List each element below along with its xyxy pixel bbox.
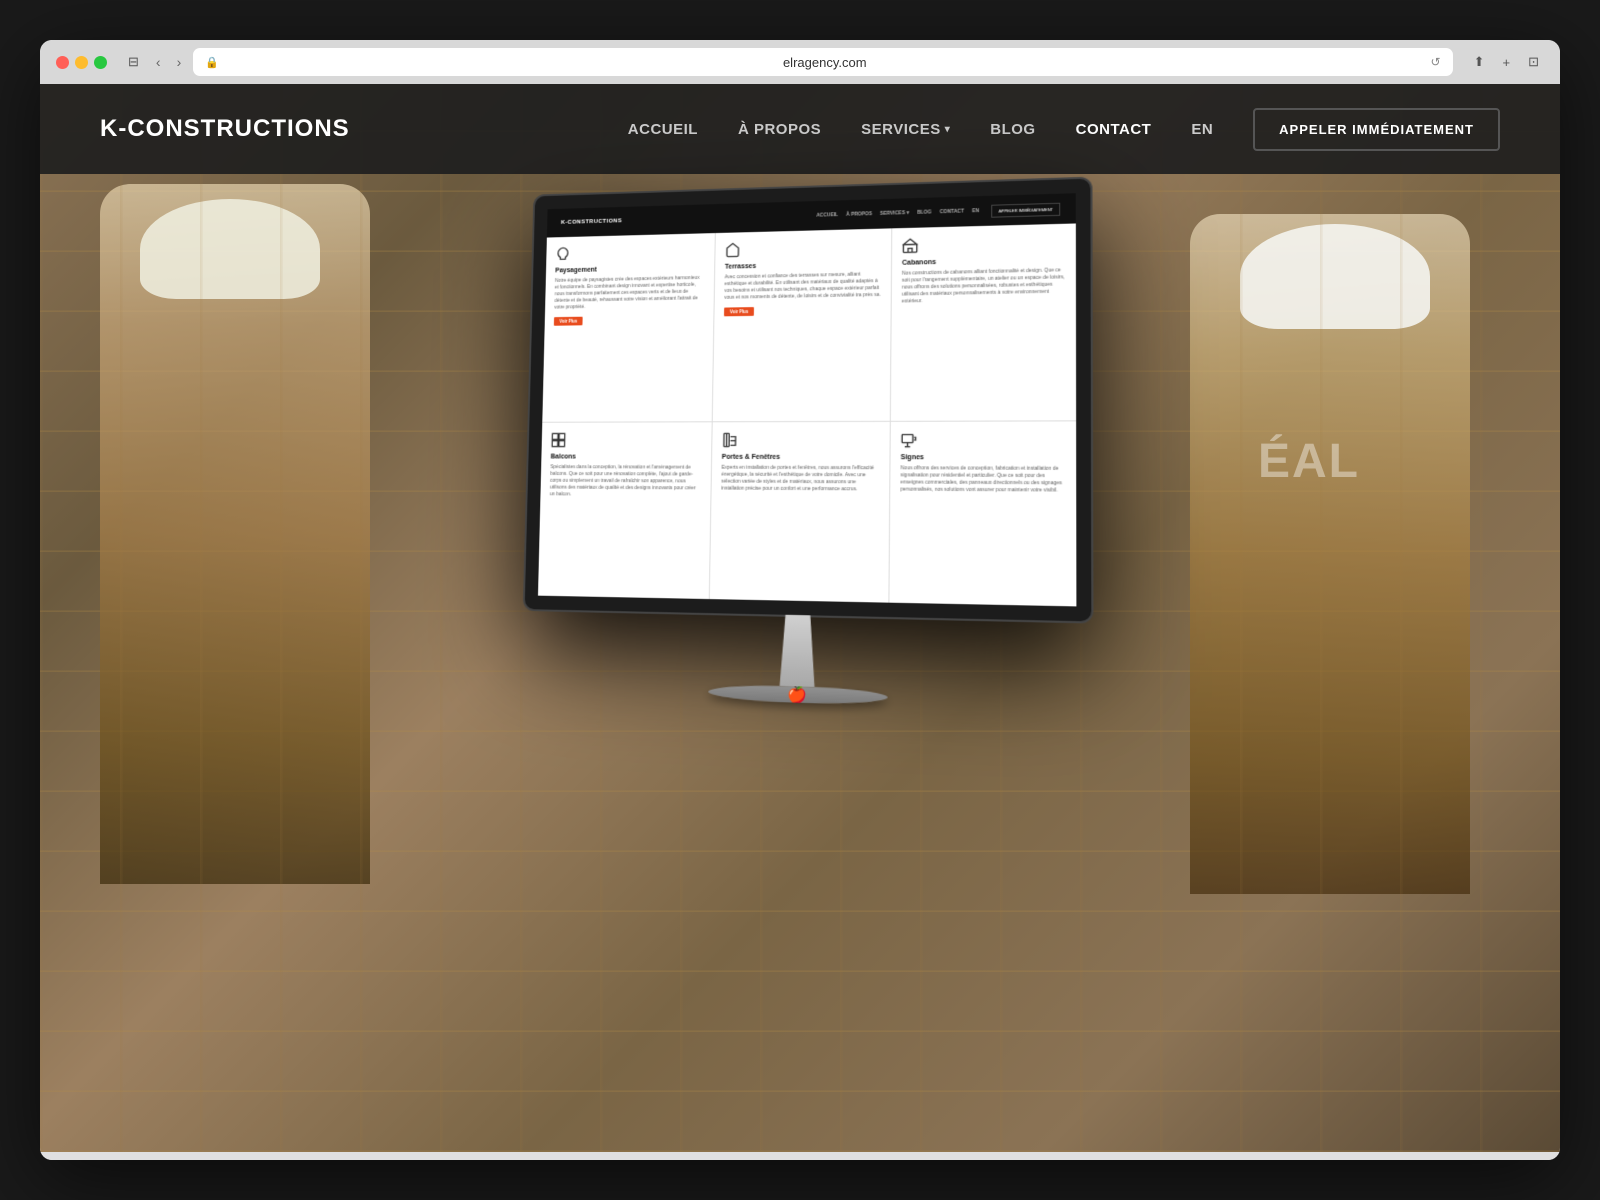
- signes-icon: [901, 432, 917, 448]
- url-input[interactable]: elragency.com: [225, 55, 1425, 70]
- service-text-portes-fenetres: Experts en installation de portes et fen…: [721, 465, 879, 494]
- service-text-cabanons: Nos constructions de cabanons alliant fo…: [902, 267, 1066, 305]
- service-card-balcons: Balcons Spécialistes dans la conception,…: [538, 422, 712, 599]
- nav-contact[interactable]: CONTACT: [1076, 121, 1152, 138]
- site-logo: K-CONSTRUCTIONS: [100, 115, 350, 143]
- inner-nav-lang: EN: [972, 208, 979, 214]
- inner-nav-accueil: ACCUEIL: [816, 212, 838, 218]
- service-card-signes: Signes Nous offrons des services de conc…: [889, 421, 1076, 606]
- new-tab-button[interactable]: +: [1498, 52, 1516, 72]
- service-card-portes-fenetres: Portes & Fenêtres Experts en installatio…: [710, 422, 890, 603]
- monitor-screen: K-CONSTRUCTIONS ACCUEIL À PROPOS SERVICE…: [525, 179, 1092, 622]
- service-text-balcons: Spécialistes dans la conception, la réno…: [550, 464, 702, 499]
- inner-logo: K-CONSTRUCTIONS: [561, 218, 622, 225]
- forward-button[interactable]: ›: [173, 52, 186, 72]
- share-button[interactable]: ⬆: [1469, 52, 1490, 72]
- address-bar: 🔒 elragency.com ↺: [193, 48, 1452, 76]
- service-card-terrasses: Terrasses Avec concession et confiance d…: [713, 228, 892, 421]
- apple-logo: 🍎: [787, 684, 807, 705]
- paysagement-icon: [555, 246, 570, 262]
- service-title-terrasses: Terrasses: [725, 260, 881, 270]
- hero-text: ÉAL: [1258, 434, 1360, 489]
- inner-nav-services: SERVICES ▾: [880, 210, 909, 217]
- terrasses-icon: [725, 242, 741, 258]
- nav-accueil[interactable]: ACCUEIL: [628, 121, 698, 138]
- inner-nav-apropos: À PROPOS: [846, 211, 872, 218]
- see-more-paysagement: Voir Plus: [554, 317, 583, 326]
- site-navbar: K-CONSTRUCTIONS ACCUEIL À PROPOS SERVICE…: [40, 84, 1560, 174]
- service-text-paysagement: Notre équipe de paysagistes crée des esp…: [554, 275, 704, 312]
- tabs-button[interactable]: ⊡: [1523, 52, 1544, 72]
- nav-blog[interactable]: BLOG: [990, 121, 1035, 138]
- portes-fenetres-icon: [722, 432, 738, 448]
- browser-titlebar: ⊟ ‹ › 🔒 elragency.com ↺ ⬆ + ⊡: [40, 40, 1560, 84]
- service-title-paysagement: Paysagement: [555, 264, 705, 274]
- traffic-lights: [56, 56, 107, 69]
- nav-a-propos[interactable]: À PROPOS: [738, 121, 821, 138]
- service-text-terrasses: Avec concession et confiance des terrass…: [724, 271, 881, 302]
- see-more-terrasses: Voir Plus: [724, 307, 754, 316]
- inner-services-grid: Paysagement Notre équipe de paysagistes …: [538, 223, 1076, 606]
- refresh-icon[interactable]: ↺: [1431, 55, 1441, 69]
- service-card-cabanons: Cabanons Nos constructions de cabanons a…: [891, 223, 1076, 420]
- website-overlay: K-CONSTRUCTIONS ACCUEIL À PROPOS SERVICE…: [40, 84, 1560, 1152]
- back-button[interactable]: ‹: [152, 52, 165, 72]
- cabanons-icon: [902, 238, 918, 254]
- inner-nav-links: ACCUEIL À PROPOS SERVICES ▾ BLOG CONTACT…: [816, 208, 979, 219]
- service-title-balcons: Balcons: [551, 454, 702, 461]
- inner-nav-contact: CONTACT: [940, 209, 964, 216]
- site-nav: ACCUEIL À PROPOS SERVICES ▾ BLOG CONTACT…: [628, 121, 1213, 138]
- sidebar-toggle[interactable]: ⊟: [123, 52, 144, 72]
- minimize-button[interactable]: [75, 56, 88, 69]
- lock-icon: 🔒: [205, 56, 219, 69]
- cta-button[interactable]: APPELER IMMÉDIATEMENT: [1253, 108, 1500, 151]
- service-title-portes-fenetres: Portes & Fenêtres: [722, 454, 880, 461]
- nav-services[interactable]: SERVICES ▾: [861, 121, 950, 138]
- inner-cta-button: APPELER IMMÉDIATEMENT: [991, 202, 1060, 217]
- service-card-paysagement: Paysagement Notre équipe de paysagistes …: [542, 233, 715, 422]
- browser-bottom-bar: [40, 1152, 1560, 1160]
- inner-nav-blog: BLOG: [917, 209, 932, 215]
- service-title-signes: Signes: [901, 454, 1066, 461]
- browser-actions: ⬆ + ⊡: [1469, 52, 1544, 72]
- service-title-cabanons: Cabanons: [902, 256, 1065, 267]
- service-text-signes: Nous offrons des services de conception,…: [900, 465, 1065, 494]
- monitor-stand-neck: [772, 615, 823, 688]
- nav-lang[interactable]: EN: [1191, 121, 1213, 138]
- monitor-container: K-CONSTRUCTIONS ACCUEIL À PROPOS SERVICE…: [523, 179, 1092, 713]
- browser-window: ⊟ ‹ › 🔒 elragency.com ↺ ⬆ + ⊡: [40, 40, 1560, 1160]
- balcons-icon: [551, 432, 566, 447]
- chevron-down-icon: ▾: [945, 124, 951, 135]
- close-button[interactable]: [56, 56, 69, 69]
- maximize-button[interactable]: [94, 56, 107, 69]
- inner-website: K-CONSTRUCTIONS ACCUEIL À PROPOS SERVICE…: [538, 193, 1076, 606]
- browser-content: K-CONSTRUCTIONS ACCUEIL À PROPOS SERVICE…: [40, 84, 1560, 1152]
